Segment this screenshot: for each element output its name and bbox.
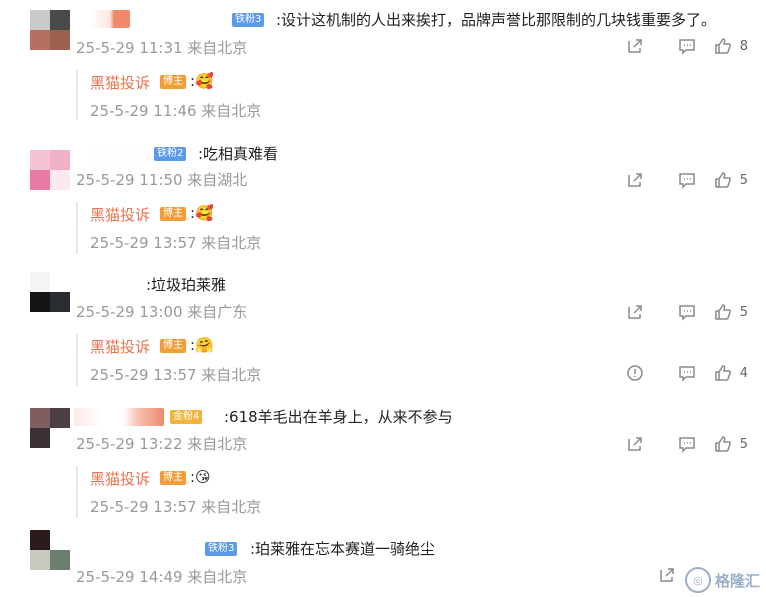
- comment-text: :垃圾珀莱雅: [146, 276, 227, 294]
- reply-meta: 25-5-29 11:46 来自北京: [90, 102, 262, 120]
- fan-badge: 金粉4: [170, 410, 203, 424]
- comment-icon: [679, 305, 695, 321]
- comment-text: :设计这机制的人出来挨打，品牌声誉比那限制的几块钱重要多了。: [276, 11, 717, 29]
- share-button[interactable]: [624, 566, 676, 584]
- like-button[interactable]: 8: [696, 37, 748, 55]
- reply-item: 黑猫投诉 博主 :🥰 25-5-29 13:57 来自北京: [76, 202, 738, 254]
- reply-text: :😘: [190, 468, 211, 486]
- comment-actions: 5: [592, 171, 748, 189]
- like-count: 5: [739, 172, 748, 188]
- fan-badge: 铁粉3: [205, 542, 238, 556]
- share-button[interactable]: [592, 435, 644, 453]
- watermark-logo-icon: ◎: [684, 567, 711, 593]
- host-badge: 博主: [160, 471, 186, 485]
- share-button[interactable]: [592, 303, 644, 321]
- like-count: 8: [739, 38, 748, 54]
- host-badge: 博主: [160, 207, 186, 221]
- comment-actions: 5: [592, 303, 748, 321]
- reply-author[interactable]: 黑猫投诉: [90, 204, 150, 225]
- reply-button[interactable]: [644, 171, 696, 189]
- fan-badge: 铁粉2: [154, 147, 187, 161]
- thumbs-up-icon: [714, 172, 731, 188]
- comment-meta: 25-5-29 14:49 来自北京: [76, 568, 248, 586]
- comment-icon: [679, 437, 695, 453]
- thumbs-up-icon: [714, 436, 731, 452]
- watermark: ◎ 格隆汇: [684, 567, 760, 593]
- thumbs-up-icon: [714, 365, 731, 381]
- reply-author[interactable]: 黑猫投诉: [90, 468, 150, 489]
- avatar[interactable]: [30, 530, 70, 570]
- comment-meta: 25-5-29 13:22 来自北京: [76, 435, 248, 453]
- alert-icon: [627, 365, 643, 381]
- like-count: 4: [739, 365, 748, 381]
- like-button[interactable]: 5: [696, 171, 748, 189]
- fan-badge: 铁粉3: [232, 13, 265, 27]
- username[interactable]: [74, 408, 164, 426]
- comment-actions: [624, 566, 676, 584]
- comment-icon: [679, 39, 695, 55]
- avatar[interactable]: [30, 272, 70, 312]
- username[interactable]: [78, 150, 150, 168]
- like-count: 5: [739, 304, 748, 320]
- reply-author[interactable]: 黑猫投诉: [90, 72, 150, 93]
- comment-icon: [679, 173, 695, 189]
- reply-meta: 25-5-29 13:57 来自北京: [90, 366, 262, 384]
- avatar[interactable]: [30, 150, 70, 190]
- reply-button[interactable]: [644, 364, 696, 382]
- watermark-text: 格隆汇: [714, 571, 760, 590]
- reply-text: :🤗: [190, 336, 214, 354]
- reply-item: 黑猫投诉 博主 :😘 25-5-29 13:57 来自北京: [76, 466, 738, 518]
- comment-meta: 25-5-29 13:00 来自广东: [76, 303, 248, 321]
- comment-text: :珀莱雅在忘本赛道一骑绝尘: [250, 540, 436, 558]
- reply-text: :🥰: [190, 204, 214, 222]
- reply-meta: 25-5-29 13:57 来自北京: [90, 234, 262, 252]
- reply-actions: 4: [592, 364, 748, 382]
- comment-text: :吃相真难看: [198, 145, 279, 163]
- share-button[interactable]: [592, 171, 644, 189]
- report-button[interactable]: [592, 364, 644, 382]
- reply-item: 黑猫投诉 博主 :🥰 25-5-29 11:46 来自北京: [76, 70, 738, 120]
- comment-text: :618羊毛出在羊身上，从来不参与: [224, 408, 453, 426]
- host-badge: 博主: [160, 75, 186, 89]
- share-icon: [628, 39, 642, 53]
- comment-meta: 25-5-29 11:31 来自北京: [76, 39, 248, 57]
- reply-text: :🥰: [190, 72, 214, 90]
- reply-meta: 25-5-29 13:57 来自北京: [90, 498, 262, 516]
- share-icon: [660, 568, 674, 582]
- avatar[interactable]: [30, 10, 70, 50]
- host-badge: 博主: [160, 339, 186, 353]
- comment-actions: 5: [592, 435, 748, 453]
- username[interactable]: [90, 10, 130, 28]
- comment-icon: [679, 366, 695, 382]
- thumbs-up-icon: [714, 38, 731, 54]
- reply-button[interactable]: [644, 435, 696, 453]
- reply-button[interactable]: [644, 37, 696, 55]
- like-button[interactable]: 5: [696, 303, 748, 321]
- share-icon: [628, 437, 642, 451]
- reply-button[interactable]: [644, 303, 696, 321]
- avatar[interactable]: [30, 408, 70, 448]
- like-count: 5: [739, 436, 748, 452]
- share-icon: [628, 173, 642, 187]
- share-button[interactable]: [592, 37, 644, 55]
- comment-actions: 8: [592, 37, 748, 55]
- thumbs-up-icon: [714, 304, 731, 320]
- like-button[interactable]: 5: [696, 435, 748, 453]
- comment-meta: 25-5-29 11:50 来自湖北: [76, 171, 248, 189]
- share-icon: [628, 305, 642, 319]
- reply-author[interactable]: 黑猫投诉: [90, 336, 150, 357]
- like-button[interactable]: 4: [696, 364, 748, 382]
